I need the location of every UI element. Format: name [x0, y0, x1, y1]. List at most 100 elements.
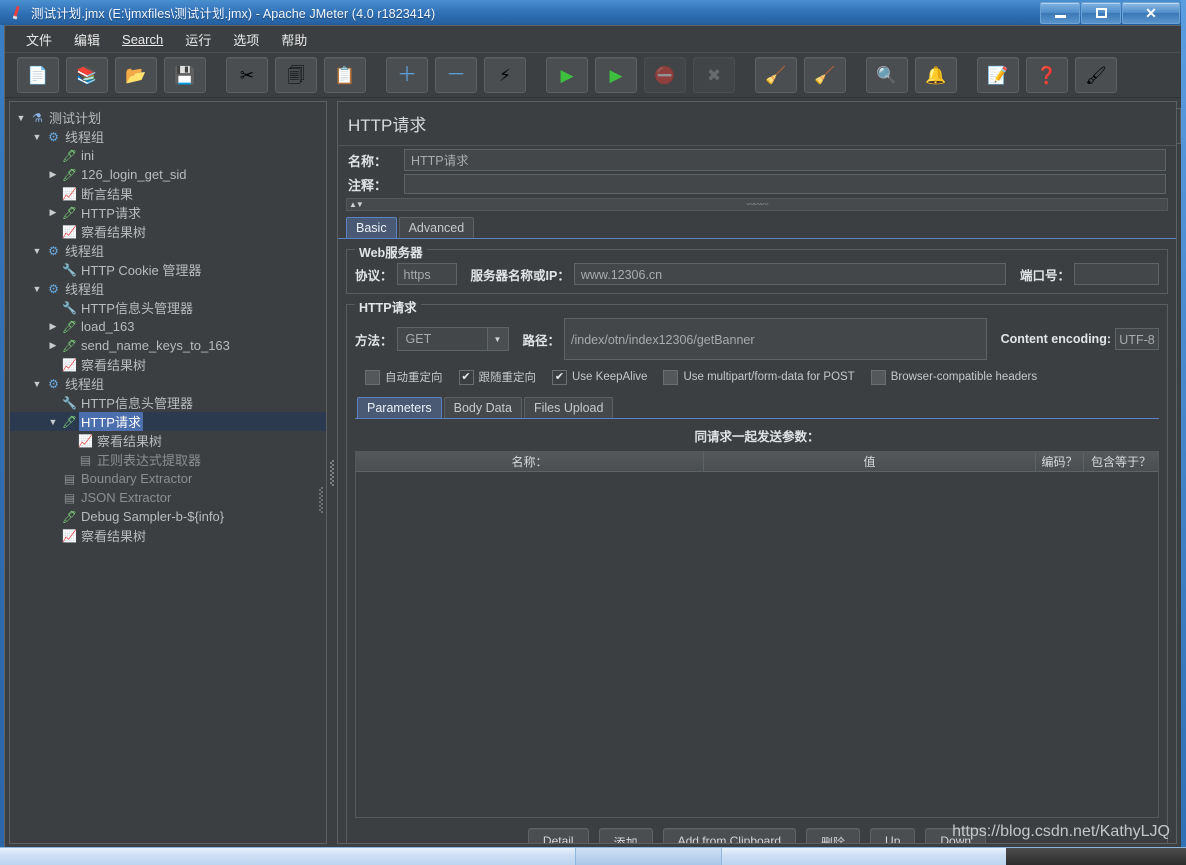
tree-item-view-results-tree-3[interactable]: ▶ 📈 察看结果树	[10, 431, 326, 450]
chevron-down-icon[interactable]: ▼	[30, 379, 44, 389]
tree-item-http-header-manager-1[interactable]: ▶ 🔧 HTTP信息头管理器	[10, 298, 326, 317]
tree-item-thread-group-4[interactable]: ▼ ⚙ 线程组	[10, 374, 326, 393]
menu-help[interactable]: 帮助	[270, 27, 318, 52]
toolbar-clear-button[interactable]: 🧹	[755, 57, 797, 93]
chevron-down-icon[interactable]: ▼	[30, 132, 44, 142]
tab-advanced[interactable]: Advanced	[398, 217, 475, 238]
toolbar-templates-button[interactable]: 📚	[66, 57, 108, 93]
tab-basic[interactable]: Basic	[346, 217, 397, 238]
menu-run[interactable]: 运行	[174, 27, 222, 52]
delete-button[interactable]: 删除	[806, 828, 861, 843]
close-button[interactable]: ✕	[1122, 2, 1180, 24]
menu-edit[interactable]: 编辑	[63, 27, 111, 52]
chevron-down-icon[interactable]: ▼	[486, 328, 508, 350]
menu-search[interactable]: Search	[111, 29, 174, 50]
tree-item-load-163[interactable]: ▶ 🖊 load_163	[10, 317, 326, 336]
toolbar-reset-search-button[interactable]: 🔔	[915, 57, 957, 93]
checkbox-auto-redirect[interactable]: 自动重定向	[365, 369, 443, 385]
content-encoding-input[interactable]: UTF-8	[1115, 328, 1159, 350]
toolbar-copy-button[interactable]: 🗐	[275, 57, 317, 93]
toolbar-open-button[interactable]: 📂	[115, 57, 157, 93]
tree-item-view-results-tree-1[interactable]: ▶ 📈 察看结果树	[10, 222, 326, 241]
column-header-encode[interactable]: 编码？	[1036, 452, 1084, 472]
checkbox-box-icon[interactable]	[365, 369, 380, 385]
port-input[interactable]	[1074, 263, 1159, 285]
toolbar-cut-button[interactable]: ✂	[226, 57, 268, 93]
name-input[interactable]: HTTP请求	[404, 149, 1166, 171]
tree-item-ini[interactable]: 🖊 ini	[10, 146, 326, 165]
column-header-name[interactable]: 名称：	[356, 452, 704, 472]
add-from-clipboard-button[interactable]: Add from Clipboard	[662, 828, 797, 843]
toolbar-clear-all-button[interactable]: 🧹	[804, 57, 846, 93]
checkbox-checked-icon[interactable]: ✔	[458, 369, 474, 385]
toolbar-expand-all-button[interactable]: ＋	[386, 57, 428, 93]
tree-item-126-login-get-sid[interactable]: ▶ 🖊 126_login_get_sid	[10, 165, 326, 184]
column-header-value[interactable]: 值	[704, 452, 1036, 472]
checkbox-follow-redirect[interactable]: ✔ 跟随重定向	[458, 369, 536, 385]
taskbar-tray[interactable]	[1006, 848, 1186, 865]
toolbar-function-helper-button[interactable]: 📝	[977, 57, 1019, 93]
toolbar-stop-button[interactable]: ⛔	[644, 57, 686, 93]
collapse-splitter[interactable]: ▲▼ 〰〰〰	[346, 198, 1168, 211]
chevron-right-icon[interactable]: ▶	[46, 321, 60, 332]
tree-item-http-cookie-manager[interactable]: ▶ 🔧 HTTP Cookie 管理器	[10, 260, 326, 279]
toolbar-help-button[interactable]: ❓	[1026, 57, 1068, 93]
tree-item-thread-group-1[interactable]: ▼ ⚙ 线程组	[10, 127, 326, 146]
detail-button[interactable]: Detail	[527, 828, 589, 843]
collapse-arrows-icon[interactable]: ▲▼	[347, 200, 364, 209]
tree-item-http-request-selected[interactable]: ▼ 🖊 HTTP请求	[10, 412, 326, 431]
menu-file[interactable]: 文件	[15, 27, 63, 52]
chevron-right-icon[interactable]: ▶	[46, 207, 60, 218]
split-divider-grip[interactable]	[330, 459, 334, 486]
add-button[interactable]: 添加	[598, 828, 653, 843]
chevron-right-icon[interactable]: ▶	[46, 169, 60, 180]
toolbar-paste-button[interactable]: 📋	[324, 57, 366, 93]
parameters-table-body[interactable]	[356, 472, 1158, 817]
toolbar-save-button[interactable]: 💾	[164, 57, 206, 93]
checkbox-use-keepalive[interactable]: ✔ Use KeepAlive	[552, 369, 647, 385]
tree-item-assertion-results[interactable]: ▶ 📈 断言结果	[10, 184, 326, 203]
tree-pane-grip[interactable]	[319, 487, 323, 513]
checkbox-checked-icon[interactable]: ✔	[552, 369, 567, 385]
tree-item-http-header-manager-2[interactable]: ▶ 🔧 HTTP信息头管理器	[10, 393, 326, 412]
toolbar-new-button[interactable]: 📄	[17, 57, 59, 93]
checkbox-box-icon[interactable]	[663, 369, 679, 385]
checkbox-use-multipart[interactable]: Use multipart/form-data for POST	[663, 369, 855, 385]
split-divider[interactable]	[327, 98, 337, 847]
toolbar-shutdown-button[interactable]: ✖	[693, 57, 735, 93]
tree-item-http-request-1[interactable]: ▶ 🖊 HTTP请求	[10, 203, 326, 222]
method-select[interactable]: GET ▼	[396, 327, 509, 351]
tree-item-view-results-tree-2[interactable]: ▶ 📈 察看结果树	[10, 355, 326, 374]
tree-item-thread-group-2[interactable]: ▼ ⚙ 线程组	[10, 241, 326, 260]
toolbar-start-no-pauses-button[interactable]: ▶	[595, 57, 637, 93]
parameters-table[interactable]: 名称： 值 编码？ 包含等于？	[355, 451, 1159, 818]
tree-item-view-results-tree-4[interactable]: ▶ 📈 察看结果树	[10, 526, 326, 545]
menu-options[interactable]: 选项	[222, 27, 270, 52]
chevron-down-icon[interactable]: ▼	[14, 113, 28, 123]
server-input[interactable]: www.12306.cn	[573, 263, 1006, 285]
comment-input[interactable]	[404, 174, 1166, 194]
tree-item-test-plan[interactable]: ▼ ⚗ 测试计划	[10, 108, 326, 127]
up-button[interactable]: Up	[870, 828, 916, 843]
chevron-down-icon[interactable]: ▼	[30, 284, 44, 294]
toolbar-undo-button[interactable]: 🖌	[1075, 57, 1117, 93]
tab-parameters[interactable]: Parameters	[357, 397, 442, 418]
maximize-button[interactable]	[1081, 2, 1121, 24]
chevron-down-icon[interactable]: ▼	[46, 417, 60, 427]
path-input[interactable]: /index/otn/index12306/getBanner	[564, 318, 987, 360]
protocol-input[interactable]: https	[396, 263, 457, 285]
toolbar-collapse-all-button[interactable]: －	[435, 57, 477, 93]
tree-item-thread-group-3[interactable]: ▼ ⚙ 线程组	[10, 279, 326, 298]
taskbar-window-button[interactable]	[575, 848, 722, 865]
chevron-down-icon[interactable]: ▼	[30, 246, 44, 256]
toolbar-search-button[interactable]: 🔍	[866, 57, 908, 93]
tree-item-boundary-extractor[interactable]: ▶ ▤ Boundary Extractor	[10, 469, 326, 488]
tree-item-debug-sampler[interactable]: ▶ 🖊 Debug Sampler-b-${info}	[10, 507, 326, 526]
column-header-include-equals[interactable]: 包含等于？	[1084, 452, 1158, 472]
checkbox-box-icon[interactable]	[870, 369, 886, 385]
minimize-button[interactable]	[1040, 2, 1080, 24]
tree-item-send-name-keys-to-163[interactable]: ▶ 🖊 send_name_keys_to_163	[10, 336, 326, 355]
checkbox-browser-compatible-headers[interactable]: Browser-compatible headers	[870, 369, 1037, 385]
test-plan-tree-pane[interactable]: ▼ ⚗ 测试计划 ▼ ⚙ 线程组 🖊 ini ▶ 🖊 126_login_get…	[9, 101, 327, 844]
toolbar-start-button[interactable]: ▶	[546, 57, 588, 93]
